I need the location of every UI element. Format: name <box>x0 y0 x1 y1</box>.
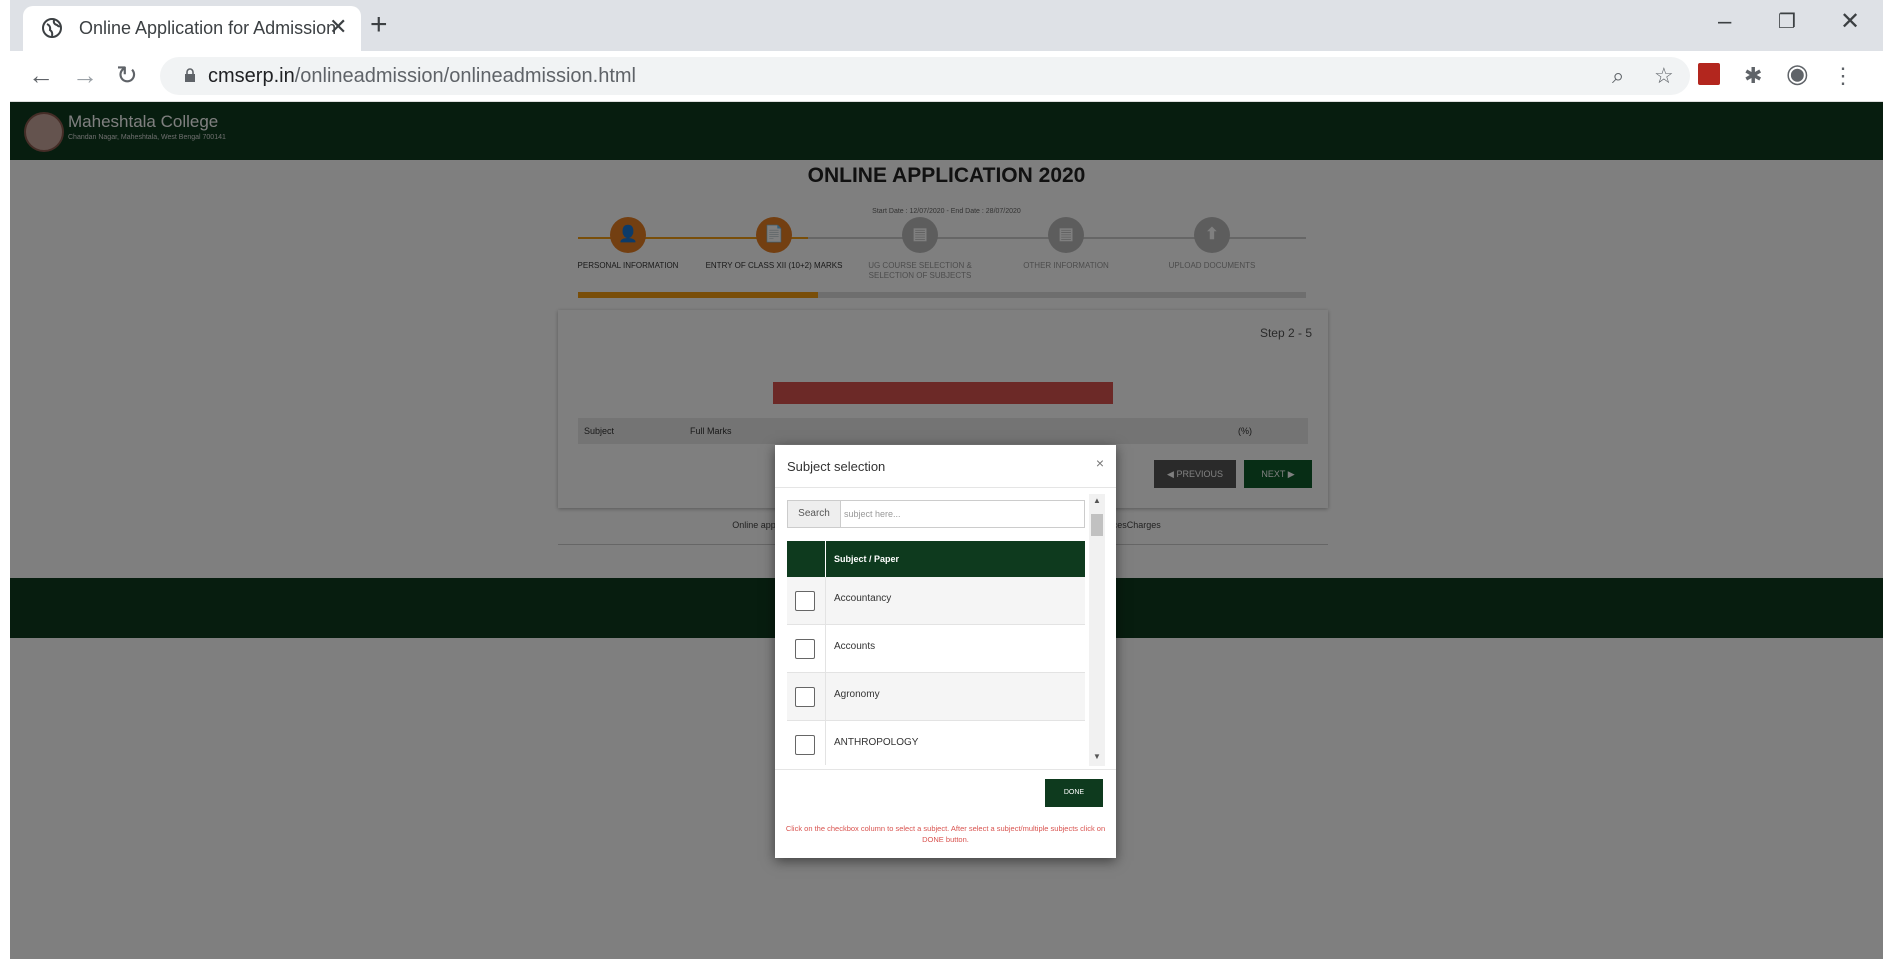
globe-icon <box>42 18 62 38</box>
table-row: ANTHROPOLOGY <box>787 721 1085 765</box>
lock-icon <box>185 68 195 82</box>
subject-selection-modal: Subject selection × Search Subject / Pap… <box>775 445 1116 858</box>
scroll-up-arrow-icon[interactable]: ▲ <box>1093 496 1101 505</box>
zoom-icon[interactable]: ⌕ <box>1612 64 1624 88</box>
tab-title: Online Application for Admission <box>79 18 337 38</box>
list-scrollbar[interactable]: ▲ ▼ <box>1089 494 1105 766</box>
browser-window: Online Application for Admission ✕ + – ❐… <box>10 0 1883 959</box>
modal-close-icon[interactable]: × <box>1096 455 1104 471</box>
tab-strip: Online Application for Admission ✕ + – ❐… <box>10 0 1883 51</box>
subject-checkbox[interactable] <box>795 639 815 659</box>
search-group: Search <box>787 500 1085 528</box>
menu-kebab-icon[interactable]: ⋮ <box>1832 64 1854 88</box>
address-bar[interactable]: cmserp.in/onlineadmission/onlineadmissio… <box>160 57 1690 95</box>
back-button[interactable]: ← <box>28 61 54 89</box>
subject-name: Accounts <box>834 641 876 652</box>
forward-button[interactable]: → <box>72 61 98 89</box>
column-separator <box>825 625 826 672</box>
subject-name: Agronomy <box>834 689 880 700</box>
column-separator <box>825 721 826 765</box>
pdf-extension-icon[interactable] <box>1698 63 1720 85</box>
column-separator <box>825 673 826 720</box>
table-row: Accountancy <box>787 577 1085 625</box>
subject-checkbox[interactable] <box>795 687 815 707</box>
modal-footer-divider <box>775 769 1116 770</box>
modal-divider <box>775 487 1116 488</box>
column-separator <box>825 577 826 624</box>
minimize-button[interactable]: – <box>1718 6 1731 38</box>
subject-search-input[interactable] <box>842 503 1082 525</box>
browser-toolbar: ← → ↻ cmserp.in/onlineadmission/onlinead… <box>10 51 1883 102</box>
header-separator <box>825 541 826 577</box>
url-host: cmserp.in <box>208 65 295 87</box>
url-text[interactable]: cmserp.in/onlineadmission/onlineadmissio… <box>208 65 636 88</box>
scroll-thumb[interactable] <box>1091 514 1103 536</box>
subject-name: Accountancy <box>834 593 892 604</box>
close-window-button[interactable]: ✕ <box>1840 6 1860 38</box>
subject-table-header: Subject / Paper <box>787 541 1085 577</box>
url-path: /onlineadmission/onlineadmission.html <box>294 65 636 87</box>
subject-table: Subject / Paper Accountancy Accounts Agr… <box>787 541 1085 765</box>
reload-button[interactable]: ↻ <box>116 61 138 89</box>
subject-name: ANTHROPOLOGY <box>834 737 919 748</box>
modal-title: Subject selection <box>787 459 886 474</box>
profile-avatar-icon[interactable]: ◉ <box>1786 60 1809 86</box>
new-tab-button[interactable]: + <box>370 8 388 42</box>
search-label: Search <box>788 501 841 527</box>
modal-instruction: Click on the checkbox column to select a… <box>785 824 1106 844</box>
subject-checkbox[interactable] <box>795 591 815 611</box>
done-button[interactable]: DONE <box>1045 779 1103 807</box>
column-subject-paper: Subject / Paper <box>834 554 900 564</box>
subject-checkbox[interactable] <box>795 735 815 755</box>
table-row: Agronomy <box>787 673 1085 721</box>
extensions-puzzle-icon[interactable]: ✱ <box>1744 64 1762 88</box>
tab-close-icon[interactable]: ✕ <box>329 15 347 39</box>
browser-tab[interactable]: Online Application for Admission ✕ <box>23 6 361 51</box>
table-row: Accounts <box>787 625 1085 673</box>
subject-list-area: Search Subject / Paper Accountancy <box>787 500 1087 765</box>
page-viewport: Maheshtala College Chandan Nagar, Mahesh… <box>10 102 1883 959</box>
restore-button[interactable]: ❐ <box>1778 6 1796 38</box>
bookmark-star-icon[interactable]: ☆ <box>1654 64 1674 88</box>
scroll-down-arrow-icon[interactable]: ▼ <box>1093 752 1101 761</box>
